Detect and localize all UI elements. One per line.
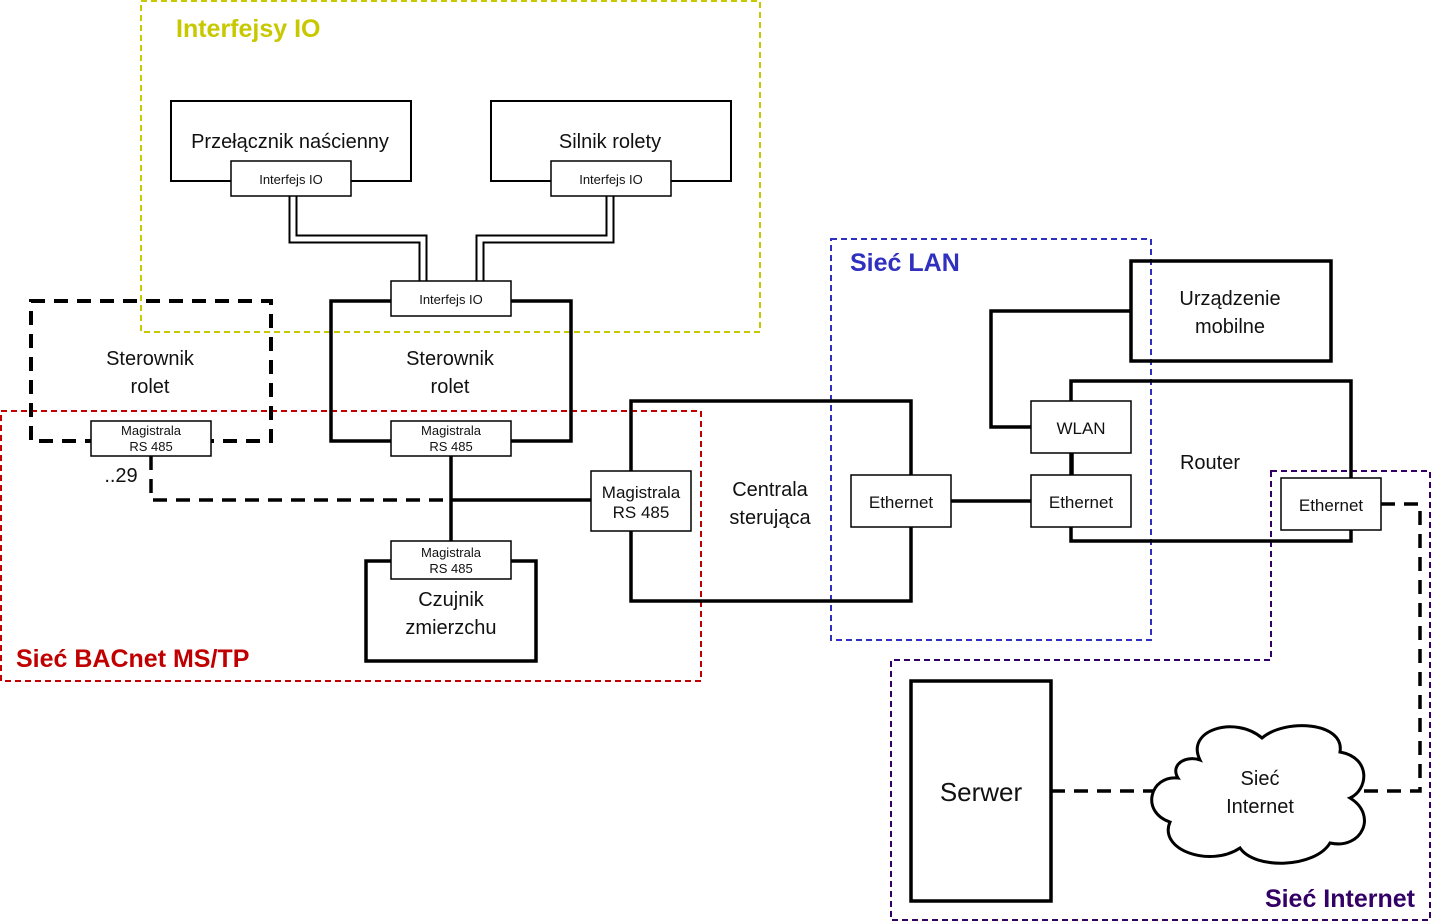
mobile-device-line2: mobilne bbox=[1195, 316, 1265, 338]
blind-controller-line2: rolet bbox=[431, 376, 470, 398]
port-line1: Magistrala bbox=[421, 423, 482, 438]
internet-cloud-icon[interactable] bbox=[1150, 724, 1366, 865]
ethernet-label: Ethernet bbox=[1299, 496, 1364, 515]
motor-io-label: Interfejs IO bbox=[579, 172, 643, 187]
blind-controller-more-line1: Sterownik bbox=[106, 348, 195, 370]
region-io-label: Interfejsy IO bbox=[176, 15, 321, 43]
blind-controller-box[interactable] bbox=[329, 299, 573, 443]
router-label: Router bbox=[1180, 452, 1240, 474]
io-port-label: Interfejs IO bbox=[419, 292, 483, 307]
internet-cloud-line2: Internet bbox=[1226, 796, 1294, 818]
controller-count-label: ..29 bbox=[104, 465, 137, 487]
central-unit-line1: Centrala bbox=[732, 479, 808, 501]
ethernet-label: Ethernet bbox=[869, 493, 934, 512]
motor-label: Silnik rolety bbox=[559, 131, 661, 153]
io-links bbox=[288, 196, 615, 281]
mobile-device-box[interactable] bbox=[1129, 259, 1333, 363]
region-bacnet-label: Sieć BACnet MS/TP bbox=[16, 645, 249, 673]
wall-switch-io-label: Interfejs IO bbox=[259, 172, 323, 187]
dusk-sensor-line1: Czujnik bbox=[418, 589, 485, 611]
blind-controller-more-box[interactable] bbox=[29, 299, 273, 443]
port-line1: Magistrala bbox=[121, 423, 182, 438]
mobile-device-line1: Urządzenie bbox=[1179, 288, 1280, 310]
wan-link-dashed bbox=[1352, 502, 1422, 793]
port-line2: RS 485 bbox=[429, 561, 472, 576]
ethernet-label: Ethernet bbox=[1049, 493, 1114, 512]
dusk-sensor-line2: zmierzchu bbox=[405, 617, 496, 639]
blind-controller-line1: Sterownik bbox=[406, 348, 495, 370]
port-line2: RS 485 bbox=[429, 439, 472, 454]
port-line1: Magistrala bbox=[602, 483, 681, 502]
rs485-bus-dashed bbox=[149, 456, 450, 502]
blind-controller-more-line2: rolet bbox=[131, 376, 170, 398]
port-line2: RS 485 bbox=[129, 439, 172, 454]
region-internet-label: Sieć Internet bbox=[1265, 885, 1416, 913]
wlan-label: WLAN bbox=[1056, 419, 1105, 438]
central-unit-line2: sterująca bbox=[729, 507, 811, 529]
region-lan-label: Sieć LAN bbox=[850, 249, 960, 277]
server-label: Serwer bbox=[940, 777, 1023, 807]
wall-switch-label: Przełącznik naścienny bbox=[191, 131, 389, 153]
port-line2: RS 485 bbox=[613, 503, 670, 522]
internet-cloud-line1: Sieć bbox=[1241, 768, 1280, 790]
network-diagram: Interfejsy IO Sieć BACnet MS/TP Sieć LAN… bbox=[0, 0, 1431, 921]
rs485-bus bbox=[449, 456, 591, 541]
port-line1: Magistrala bbox=[421, 545, 482, 560]
